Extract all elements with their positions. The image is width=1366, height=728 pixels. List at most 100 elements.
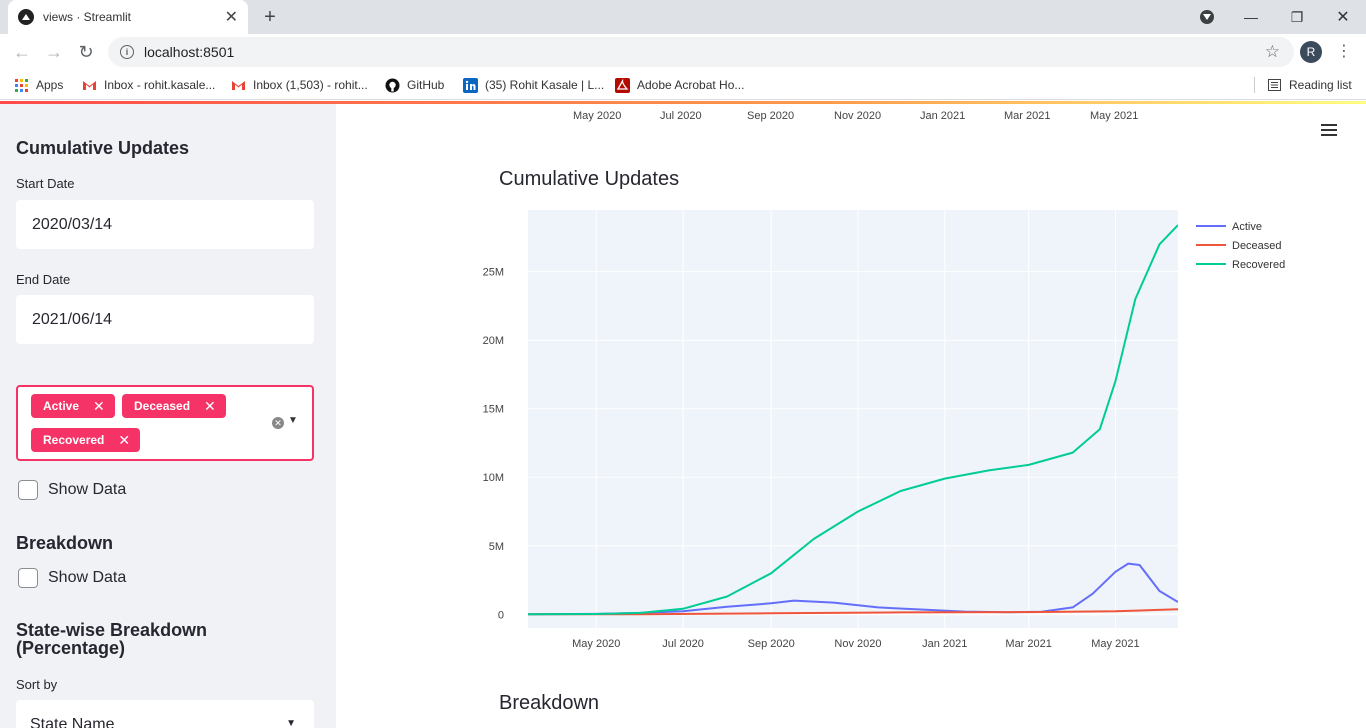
chip-recovered: Recovered ✕	[31, 428, 141, 452]
chevron-down-icon: ▼	[286, 718, 296, 728]
legend-label: Active	[1232, 221, 1262, 233]
y-tick-label: 20M	[483, 335, 504, 347]
end-date-value: 2021/06/14	[32, 310, 113, 328]
profile-avatar[interactable]: R	[1300, 41, 1322, 63]
bookmark-star-icon[interactable]: ☆	[1265, 42, 1280, 62]
bookmark-label: Inbox - rohit.kasale...	[104, 78, 216, 92]
bookmark-linkedin[interactable]: (35) Rohit Kasale | L...	[463, 76, 604, 94]
end-date-input[interactable]: 2021/06/14	[16, 295, 314, 344]
address-bar[interactable]: i localhost:8501 ☆	[108, 37, 1294, 67]
browser-tab-bar: views · Streamlit ✕ + — ❐ ✕	[0, 0, 1366, 34]
hamburger-menu-icon[interactable]	[1321, 124, 1337, 139]
start-date-input[interactable]: 2020/03/14	[16, 200, 314, 249]
restore-icon[interactable]: ❐	[1274, 0, 1320, 34]
previous-chart-x-tick: Mar 2021	[1004, 110, 1051, 122]
sort-by-label: Sort by	[16, 677, 58, 692]
streamlit-favicon-icon	[18, 9, 34, 25]
url-text: localhost:8501	[144, 44, 235, 60]
breakdown-heading: Breakdown	[16, 533, 114, 553]
chevron-down-icon[interactable]: ▼	[288, 415, 298, 426]
adobe-acrobat-icon	[615, 77, 630, 93]
y-tick-label: 5M	[489, 541, 504, 553]
minimize-icon[interactable]: —	[1228, 0, 1274, 34]
legend-label: Deceased	[1232, 240, 1282, 252]
sort-by-select[interactable]: State Name ▼	[16, 700, 314, 728]
bookmark-label: Adobe Acrobat Ho...	[637, 78, 745, 92]
show-data-checkbox[interactable]: Show Data	[18, 480, 126, 500]
cumulative-updates-heading: Cumulative Updates	[16, 138, 190, 158]
bookmark-apps[interactable]: Apps	[14, 76, 63, 94]
previous-chart-x-tick: Sep 2020	[747, 110, 795, 122]
browser-toolbar: ← → ↻ i localhost:8501 ☆ R ⋮	[0, 34, 1366, 70]
back-icon[interactable]: ←	[10, 40, 34, 64]
bookmark-label: (35) Rohit Kasale | L...	[485, 78, 605, 92]
status-multiselect[interactable]: Active ✕ Deceased ✕ Recovered ✕ ✕ ▼	[16, 385, 314, 461]
x-tick-label: May 2020	[572, 638, 620, 650]
tab-close-icon[interactable]: ✕	[225, 7, 238, 27]
previous-chart-x-tick: May 2021	[1090, 110, 1139, 122]
bookmark-label: Apps	[36, 78, 64, 92]
gmail-icon	[231, 78, 246, 93]
statewise-heading-line1: State-wise Breakdown	[16, 620, 208, 640]
x-tick-label: Jan 2021	[922, 638, 967, 650]
clear-all-icon[interactable]: ✕	[272, 417, 284, 429]
reading-list-button[interactable]: Reading list	[1267, 76, 1352, 94]
bookmark-gmail-1[interactable]: Inbox - rohit.kasale...	[82, 76, 215, 94]
chip-label: Deceased	[134, 399, 191, 413]
main-content: May 2020 Jul 2020 Sep 2020 Nov 2020 Jan 2021…	[336, 104, 1366, 728]
show-data-label: Show Data	[48, 481, 127, 498]
chip-remove-icon[interactable]: ✕	[204, 398, 216, 415]
checkbox-box[interactable]	[18, 568, 38, 588]
reading-list-icon	[1267, 78, 1282, 93]
statewise-heading-line2: (Percentage)	[16, 638, 126, 658]
start-date-label: Start Date	[16, 176, 75, 191]
browser-tab[interactable]: views · Streamlit ✕	[8, 0, 248, 34]
forward-icon[interactable]: →	[42, 40, 66, 64]
bookmarks-divider	[1254, 77, 1255, 93]
reading-list-label: Reading list	[1289, 78, 1352, 92]
window-close-icon[interactable]: ✕	[1320, 0, 1366, 34]
reload-icon[interactable]: ↻	[74, 40, 98, 64]
tab-title: views · Streamlit	[43, 10, 132, 24]
x-tick-label: Sep 2020	[748, 638, 795, 650]
apps-grid-icon	[14, 78, 29, 93]
end-date-label: End Date	[16, 272, 71, 287]
site-info-icon[interactable]: i	[120, 45, 134, 59]
previous-chart-x-tick: Jan 2021	[920, 110, 966, 122]
statewise-heading: State-wise Breakdown (Percentage)	[16, 621, 207, 657]
y-tick-label: 0	[498, 609, 504, 621]
bookmark-gmail-2[interactable]: Inbox (1,503) - rohit...	[231, 76, 368, 94]
chip-remove-icon[interactable]: ✕	[118, 432, 130, 449]
chip-label: Active	[43, 399, 80, 413]
breakdown-section-title: Breakdown	[499, 692, 600, 714]
sidebar: Cumulative Updates Start Date 2020/03/14…	[0, 104, 336, 728]
bookmark-github[interactable]: GitHub	[385, 76, 444, 94]
x-tick-label: Nov 2020	[834, 638, 881, 650]
new-tab-icon[interactable]: +	[258, 5, 282, 29]
cumulative-updates-chart[interactable]: May 2020 Jul 2020 Sep 2020 Nov 2020 Jan 2021…	[476, 202, 1336, 662]
checkbox-box[interactable]	[18, 480, 38, 500]
start-date-value: 2020/03/14	[32, 215, 113, 233]
chip-label: Recovered	[43, 433, 105, 447]
tab-search-icon[interactable]	[1200, 10, 1214, 24]
github-icon	[385, 78, 400, 93]
browser-menu-icon[interactable]: ⋮	[1336, 41, 1352, 61]
chip-deceased: Deceased ✕	[122, 394, 226, 418]
legend-label: Recovered	[1232, 259, 1285, 271]
bookmark-adobe[interactable]: Adobe Acrobat Ho...	[615, 76, 744, 94]
show-data-label: Show Data	[48, 569, 127, 586]
plot-background	[528, 210, 1178, 628]
y-tick-label: 10M	[483, 472, 504, 484]
bookmark-label: Inbox (1,503) - rohit...	[253, 78, 368, 92]
breakdown-show-data-checkbox[interactable]: Show Data	[18, 568, 126, 588]
chip-remove-icon[interactable]: ✕	[93, 398, 105, 415]
previous-chart-x-tick: Jul 2020	[660, 110, 702, 122]
y-tick-label: 25M	[483, 267, 504, 279]
chart-title: Cumulative Updates	[499, 168, 680, 190]
previous-chart-x-tick: Nov 2020	[834, 110, 882, 122]
x-tick-label: May 2021	[1091, 638, 1139, 650]
bookmarks-bar: Apps Inbox - rohit.kasale... Inbox (1,50…	[0, 70, 1366, 100]
x-tick-label: Mar 2021	[1005, 638, 1051, 650]
x-tick-label: Jul 2020	[662, 638, 704, 650]
bookmark-label: GitHub	[407, 78, 445, 92]
